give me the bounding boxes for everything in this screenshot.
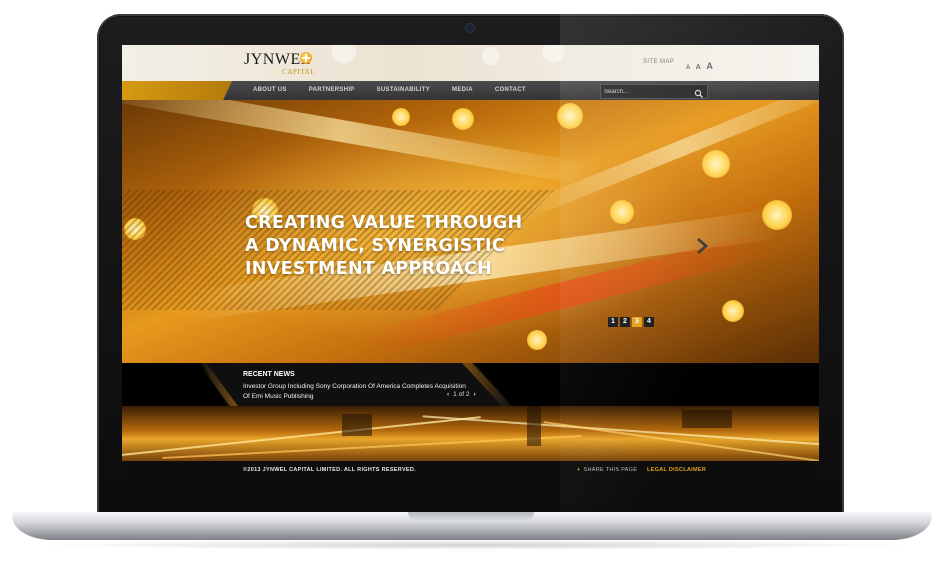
nav-items: ABOUT US PARTNERSHIP SUSTAINABILITY MEDI… <box>242 81 537 100</box>
nav-item-media[interactable]: MEDIA <box>441 81 484 100</box>
decor-bokeh <box>702 150 730 178</box>
search-box <box>600 84 708 99</box>
slide-dot-3[interactable]: 3 <box>632 317 642 327</box>
decor-bokeh <box>527 330 547 350</box>
decor-bokeh <box>610 200 634 224</box>
decor-bokeh <box>722 300 744 322</box>
legal-disclaimer-link[interactable]: LEGAL DISCLAIMER <box>647 467 706 473</box>
chevron-right-icon[interactable] <box>696 237 708 260</box>
search-input[interactable] <box>604 85 690 98</box>
chevron-left-icon[interactable]: ‹ <box>447 391 449 398</box>
news-pager: ‹ 1 of 2 › <box>447 391 476 398</box>
decor-bokeh <box>762 200 792 230</box>
share-page-link[interactable]: + SHARE THIS PAGE <box>577 467 637 473</box>
decor-bokeh <box>452 108 474 130</box>
hero-headline-line: CREATING VALUE THROUGH <box>245 213 523 233</box>
decor-bokeh <box>482 47 500 65</box>
laptop-notch <box>408 512 534 522</box>
nav-item-sustainability[interactable]: SUSTAINABILITY <box>366 81 441 100</box>
font-size-large-button[interactable]: A <box>706 61 713 71</box>
nav-item-about-us[interactable]: ABOUT US <box>242 81 298 100</box>
slide-pager: 1 2 3 4 <box>608 317 654 327</box>
slide-dot-4[interactable]: 4 <box>644 317 654 327</box>
decor-bokeh <box>392 108 410 126</box>
camera-icon <box>466 24 474 32</box>
recent-news-strip: RECENT NEWS Investor Group Including Son… <box>122 363 819 406</box>
font-size-controls: A A A <box>686 56 714 74</box>
nav-accent-stripe <box>122 81 232 100</box>
hero-headline: CREATING VALUE THROUGH A DYNAMIC, SYNERG… <box>245 212 545 281</box>
nav-item-partnership[interactable]: PARTNERSHIP <box>298 81 366 100</box>
main-nav: ABOUT US PARTNERSHIP SUSTAINABILITY MEDI… <box>122 81 819 100</box>
news-headline-link[interactable]: Investor Group Including Sony Corporatio… <box>243 382 473 402</box>
logo-subtext: CAPITAL <box>282 68 316 76</box>
decor-building <box>527 406 541 446</box>
logo-plus-icon <box>300 52 312 64</box>
website-screen: JYNWEL CAPITAL SITE MAP A A A ABOUT US P… <box>122 45 819 481</box>
share-page-label: SHARE THIS PAGE <box>583 467 638 473</box>
plus-icon: + <box>577 467 581 473</box>
slide-dot-2[interactable]: 2 <box>620 317 630 327</box>
hero-headline-line: INVESTMENT APPROACH <box>245 259 493 279</box>
decor-light-streak <box>122 100 600 187</box>
site-map-link[interactable]: SITE MAP <box>643 59 674 65</box>
font-size-medium-button[interactable]: A <box>696 64 701 71</box>
decor-bokeh <box>332 45 356 63</box>
city-image-band <box>122 406 819 461</box>
decor-building <box>682 410 732 428</box>
laptop-shadow <box>30 540 915 550</box>
chevron-right-icon[interactable]: › <box>473 391 475 398</box>
decor-bokeh <box>542 45 564 63</box>
font-size-small-button[interactable]: A <box>686 65 690 71</box>
site-header: JYNWEL CAPITAL SITE MAP A A A <box>122 45 819 81</box>
recent-news-heading: RECENT NEWS <box>243 371 295 378</box>
site-footer: ©2013 JYNWEL CAPITAL LIMITED. ALL RIGHTS… <box>122 461 819 481</box>
hero-slider: CREATING VALUE THROUGH A DYNAMIC, SYNERG… <box>122 100 819 363</box>
decor-building <box>342 414 372 436</box>
decor-bokeh <box>557 103 583 129</box>
slide-dot-1[interactable]: 1 <box>608 317 618 327</box>
nav-item-contact[interactable]: CONTACT <box>484 81 537 100</box>
hero-headline-line: A DYNAMIC, SYNERGISTIC <box>245 236 505 256</box>
copyright-text: ©2013 JYNWEL CAPITAL LIMITED. ALL RIGHTS… <box>243 467 416 473</box>
jynwel-logo[interactable]: JYNWEL CAPITAL <box>244 51 324 77</box>
news-page-indicator: 1 of 2 <box>453 391 470 398</box>
decor-light-streak <box>162 435 582 459</box>
